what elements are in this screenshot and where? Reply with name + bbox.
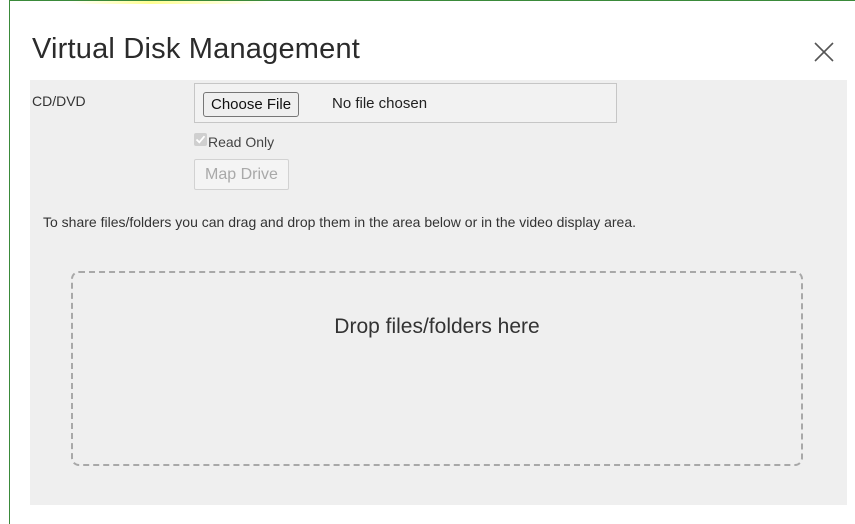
share-instructions: To share files/folders you can drag and … [43, 214, 637, 230]
read-only-checkbox[interactable] [194, 132, 207, 146]
dialog-title: Virtual Disk Management [32, 33, 361, 65]
read-only-option: Read Only [194, 130, 275, 150]
choose-file-button[interactable]: Choose File [203, 92, 300, 117]
check-icon [195, 135, 206, 144]
dialog-content: CD/DVD Choose File No file chosen Read O… [30, 80, 847, 505]
file-status-text: No file chosen [332, 95, 428, 112]
file-drop-zone[interactable]: Drop files/folders here [71, 271, 803, 466]
map-drive-button[interactable]: Map Drive [194, 159, 289, 190]
close-icon[interactable] [811, 39, 837, 65]
virtual-disk-dialog: Virtual Disk Management CD/DVD Choose Fi… [9, 0, 855, 524]
read-only-label: Read Only [208, 134, 275, 150]
file-input-box: Choose File No file chosen [194, 83, 617, 123]
cd-dvd-label: CD/DVD [32, 93, 86, 109]
top-highlight [70, 1, 270, 4]
drop-zone-label: Drop files/folders here [334, 315, 540, 338]
